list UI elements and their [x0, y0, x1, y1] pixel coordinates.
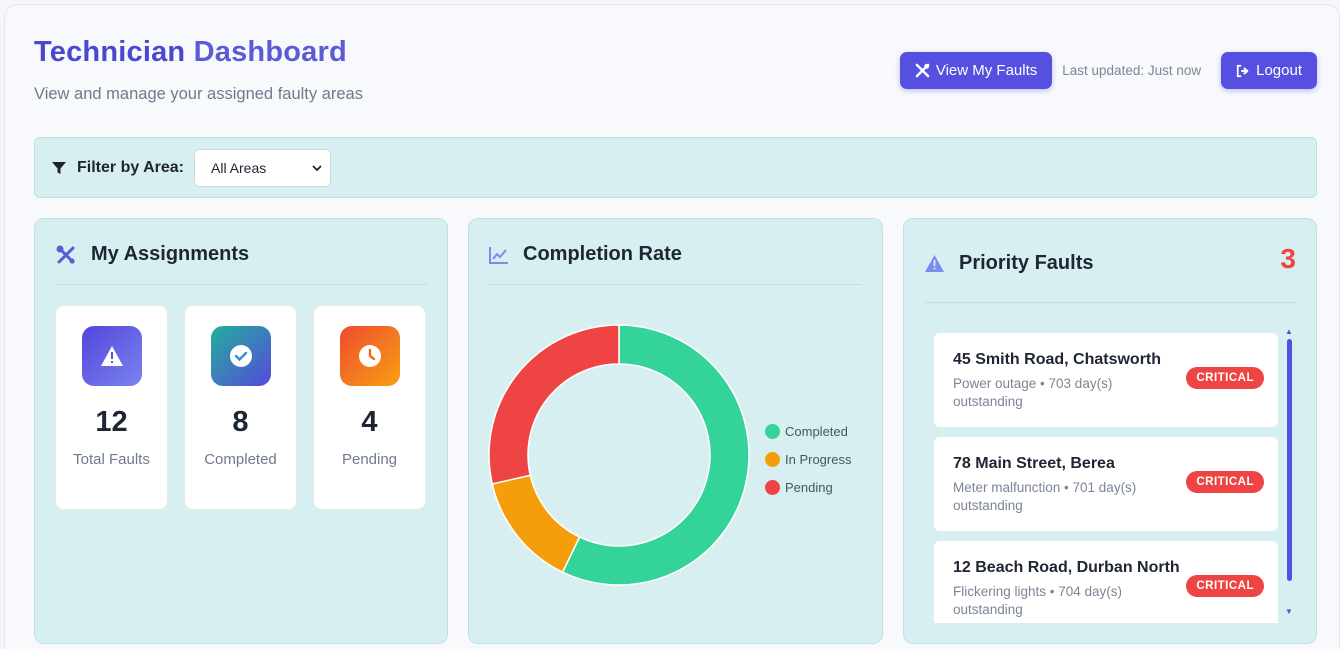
area-select-value: All Areas: [211, 159, 267, 176]
donut-slice-in-progress[interactable]: [491, 474, 581, 574]
critical-badge: CRITICAL: [1186, 575, 1264, 597]
warning-icon: [81, 326, 142, 386]
assignments-title: My Assignments: [91, 243, 250, 265]
fault-list-scrollbar[interactable]: ▲ ▼: [1285, 327, 1293, 617]
completion-donut-chart: [488, 324, 750, 586]
fault-item[interactable]: 78 Main Street, Berea Meter malfunction …: [934, 437, 1278, 531]
legend-label: In Progress: [785, 451, 852, 467]
fault-description: Flickering lights • 704 day(s) outstandi…: [953, 584, 1123, 617]
area-select[interactable]: All Areas: [194, 148, 331, 187]
assignments-divider: [55, 284, 427, 285]
last-updated-text: Last updated: Just now: [1062, 63, 1202, 78]
assignments-card: My Assignments 12 Total Faults 8 Complet…: [34, 218, 448, 644]
view-my-faults-button[interactable]: View My Faults: [899, 52, 1053, 89]
legend-swatch: [765, 479, 780, 495]
stat-total-faults: 12 Total Faults: [55, 305, 168, 510]
fault-description: Meter malfunction • 701 day(s) outstandi…: [953, 480, 1137, 513]
legend-label: Completed: [785, 423, 848, 439]
filter-bar: Filter by Area: All Areas: [34, 137, 1317, 198]
critical-badge: CRITICAL: [1186, 367, 1264, 389]
clock-icon: [339, 326, 400, 386]
line-chart-icon: [489, 246, 508, 264]
chart-legend: Completed In Progress Pending: [765, 417, 851, 501]
stat-label: Pending: [341, 451, 398, 468]
legend-label: Pending: [785, 479, 833, 495]
page-title-part2: Dashboard: [193, 36, 347, 68]
warning-icon: [925, 255, 944, 272]
legend-swatch: [765, 451, 780, 467]
page-header: Technician Dashboard View and manage you…: [34, 36, 363, 104]
check-badge-icon: [210, 326, 271, 386]
page-subtitle: View and manage your assigned faulty are…: [34, 85, 363, 103]
legend-item[interactable]: In Progress: [765, 445, 851, 473]
priority-title: Priority Faults: [959, 252, 1094, 274]
completion-divider: [489, 284, 862, 285]
priority-fault-list[interactable]: 45 Smith Road, Chatsworth Power outage •…: [934, 333, 1278, 623]
scroll-down-arrow-icon[interactable]: ▼: [1285, 607, 1293, 616]
legend-item[interactable]: Completed: [765, 417, 851, 445]
fault-description: Power outage • 703 day(s) outstanding: [953, 376, 1113, 409]
completion-header: Completion Rate: [489, 243, 682, 266]
stat-label: Total Faults: [73, 451, 150, 468]
priority-count: 3: [1280, 243, 1296, 274]
stat-value: 8: [232, 406, 249, 438]
fault-item[interactable]: 45 Smith Road, Chatsworth Power outage •…: [934, 333, 1278, 427]
priority-header: Priority Faults: [924, 252, 1093, 275]
chevron-down-icon: [312, 164, 322, 171]
page-title-part1: Technician: [34, 36, 186, 68]
stat-value: 4: [361, 406, 378, 438]
tools-icon: [915, 63, 930, 78]
page-title: Technician Dashboard: [34, 36, 363, 69]
scroll-up-arrow-icon[interactable]: ▲: [1285, 327, 1293, 336]
scroll-thumb[interactable]: [1287, 339, 1292, 581]
tools-icon: [56, 245, 75, 263]
view-my-faults-label: View My Faults: [935, 62, 1038, 79]
legend-item[interactable]: Pending: [765, 473, 851, 501]
fault-item[interactable]: 12 Beach Road, Durban North Flickering l…: [934, 541, 1278, 623]
legend-swatch: [765, 423, 780, 439]
filter-label: Filter by Area:: [77, 158, 184, 176]
assignments-header: My Assignments: [55, 243, 249, 266]
completion-card: Completion Rate Completed In Progress Pend…: [468, 218, 883, 644]
stat-completed: 8 Completed: [184, 305, 297, 510]
filter-icon: [52, 161, 66, 174]
donut-slice-pending[interactable]: [488, 324, 620, 485]
stat-pending: 4 Pending: [313, 305, 426, 510]
logout-label: Logout: [1256, 62, 1302, 79]
critical-badge: CRITICAL: [1186, 471, 1264, 493]
header-actions: View My Faults Last updated: Just now Lo…: [899, 52, 1317, 89]
stat-label: Completed: [204, 451, 277, 468]
priority-divider: [924, 302, 1296, 303]
logout-icon: [1236, 64, 1249, 77]
priority-card: Priority Faults 3 45 Smith Road, Chatswo…: [903, 218, 1317, 644]
stat-value: 12: [95, 406, 128, 438]
logout-button[interactable]: Logout: [1221, 52, 1317, 89]
completion-title: Completion Rate: [523, 243, 682, 265]
